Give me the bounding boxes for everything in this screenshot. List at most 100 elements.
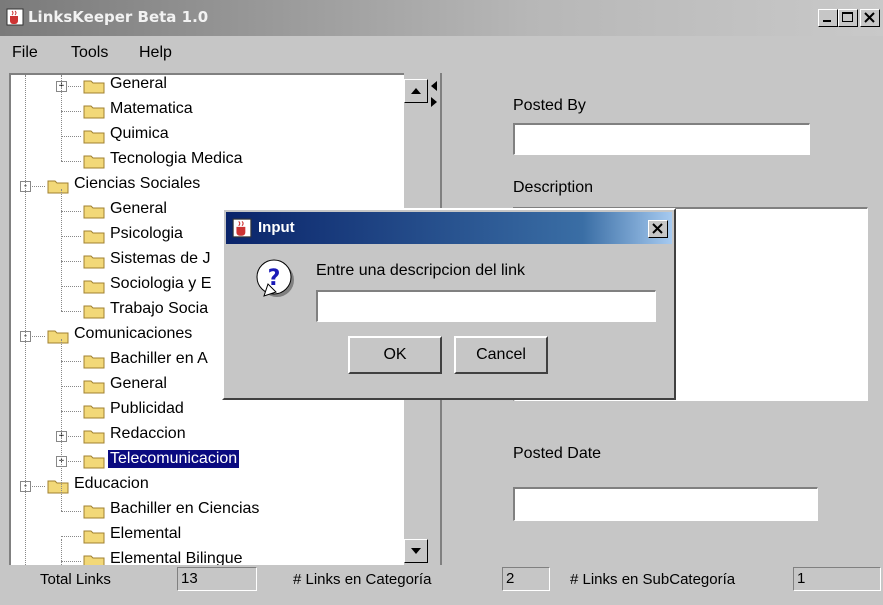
tree-node-label[interactable]: General xyxy=(108,200,169,218)
tree-connector xyxy=(61,361,81,362)
folder-icon xyxy=(83,80,105,94)
folder-icon xyxy=(83,405,105,419)
tree-node-label[interactable]: Trabajo Socia xyxy=(108,300,210,318)
status-bar: Total Links 13 # Links en Categoría 2 # … xyxy=(0,565,883,605)
dialog-titlebar[interactable]: Input xyxy=(226,212,672,244)
tree-connector xyxy=(61,411,81,412)
folder-icon xyxy=(83,505,105,519)
tree-connector xyxy=(61,536,81,537)
total-links-label: Total Links xyxy=(40,571,111,588)
tree-node[interactable]: + Telecomunicacion xyxy=(11,448,406,473)
window-title: LinksKeeper Beta 1.0 xyxy=(28,8,209,26)
java-cup-icon xyxy=(232,218,252,238)
tree-node-label[interactable]: Ciencias Sociales xyxy=(72,175,202,193)
tree-connector xyxy=(61,189,62,311)
maximize-button[interactable] xyxy=(838,9,858,27)
menu-bar: File Tools Help xyxy=(0,36,883,70)
tree-connector xyxy=(61,261,81,262)
category-links-label: # Links en Categoría xyxy=(293,571,432,588)
tree-node-label[interactable]: Educacion xyxy=(72,475,151,493)
tree-node-label[interactable]: General xyxy=(108,75,169,93)
folder-icon xyxy=(83,280,105,294)
tree-node[interactable]: + Redaccion xyxy=(11,423,406,448)
tree-node-label[interactable]: Bachiller en A xyxy=(108,350,210,368)
posted-date-label: Posted Date xyxy=(513,445,602,462)
tree-connector xyxy=(61,211,81,212)
tree-connector xyxy=(61,136,81,137)
tree-node[interactable]: Publicidad xyxy=(11,398,406,423)
posted-by-field[interactable] xyxy=(513,123,810,155)
folder-icon xyxy=(47,480,69,494)
folder-icon xyxy=(83,205,105,219)
question-icon: ? xyxy=(256,259,294,297)
tree-connector xyxy=(61,286,81,287)
close-button[interactable] xyxy=(860,9,880,27)
tree-connector xyxy=(61,539,62,567)
scroll-up-button[interactable] xyxy=(404,79,428,103)
dialog-close-button[interactable] xyxy=(648,220,668,238)
tree-node[interactable]: Quimica xyxy=(11,123,406,148)
tree-connector xyxy=(25,75,26,567)
tree-connector xyxy=(61,561,81,562)
folder-icon xyxy=(83,380,105,394)
minimize-button[interactable] xyxy=(818,9,838,27)
tree-node[interactable]: - Ciencias Sociales xyxy=(11,173,406,198)
window-titlebar[interactable]: LinksKeeper Beta 1.0 xyxy=(0,0,883,36)
total-links-value: 13 xyxy=(177,567,257,591)
folder-icon xyxy=(47,330,69,344)
close-icon xyxy=(652,223,663,234)
tree-node-label[interactable]: Sociologia y E xyxy=(108,275,213,293)
folder-icon xyxy=(83,530,105,544)
input-dialog: Input ? Entre una descripcion del link O… xyxy=(222,208,676,400)
svg-text:?: ? xyxy=(268,266,281,291)
tree-node-label[interactable]: Matematica xyxy=(108,100,195,118)
folder-icon xyxy=(83,255,105,269)
tree-connector xyxy=(61,311,81,312)
tree-node-label[interactable]: Tecnologia Medica xyxy=(108,150,245,168)
tree-node-label[interactable]: Comunicaciones xyxy=(72,325,194,343)
ok-button[interactable]: OK xyxy=(348,336,442,374)
tree-node-label[interactable]: Redaccion xyxy=(108,425,188,443)
menu-tools[interactable]: Tools xyxy=(71,44,108,62)
posted-date-field[interactable] xyxy=(513,487,818,521)
subcategory-links-label: # Links en SubCategoría xyxy=(570,571,736,588)
tree-connector xyxy=(61,236,81,237)
tree-node-label[interactable]: Psicologia xyxy=(108,225,185,243)
folder-icon xyxy=(83,355,105,369)
menu-help[interactable]: Help xyxy=(139,44,172,62)
folder-icon xyxy=(83,155,105,169)
folder-icon xyxy=(83,430,105,444)
tree-node[interactable]: Tecnologia Medica xyxy=(11,148,406,173)
tree-node[interactable]: Elemental xyxy=(11,523,406,548)
arrow-up-icon xyxy=(411,88,421,94)
subcategory-links-value: 1 xyxy=(793,567,881,591)
tree-node-label[interactable]: Sistemas de J xyxy=(108,250,212,268)
tree-connector xyxy=(61,111,81,112)
description-label: Description xyxy=(513,179,594,196)
tree-connector xyxy=(61,161,81,162)
tree-connector xyxy=(61,386,81,387)
tree-node-label[interactable]: Elemental xyxy=(108,525,183,543)
tree-node[interactable]: - Educacion xyxy=(11,473,406,498)
scroll-down-button[interactable] xyxy=(404,539,428,563)
cancel-button[interactable]: Cancel xyxy=(454,336,548,374)
tree-node[interactable]: Bachiller en Ciencias xyxy=(11,498,406,523)
tree-connector xyxy=(61,75,62,161)
posted-by-label: Posted By xyxy=(513,97,586,114)
tree-node[interactable]: + General xyxy=(11,73,406,98)
tree-node[interactable]: Matematica xyxy=(11,98,406,123)
collapse-arrows-icon[interactable] xyxy=(428,73,440,113)
tree-node-label[interactable]: Quimica xyxy=(108,125,171,143)
folder-icon xyxy=(83,230,105,244)
folder-icon xyxy=(83,305,105,319)
tree-node-label[interactable]: Telecomunicacion xyxy=(108,450,240,468)
java-cup-icon xyxy=(6,8,24,26)
tree-node-label[interactable]: Bachiller en Ciencias xyxy=(108,500,261,518)
tree-node-label[interactable]: General xyxy=(108,375,169,393)
dialog-title: Input xyxy=(258,219,295,236)
description-input[interactable] xyxy=(316,290,656,322)
arrow-down-icon xyxy=(411,548,421,554)
tree-connector xyxy=(61,339,62,511)
tree-node-label[interactable]: Publicidad xyxy=(108,400,186,418)
menu-file[interactable]: File xyxy=(12,44,38,62)
